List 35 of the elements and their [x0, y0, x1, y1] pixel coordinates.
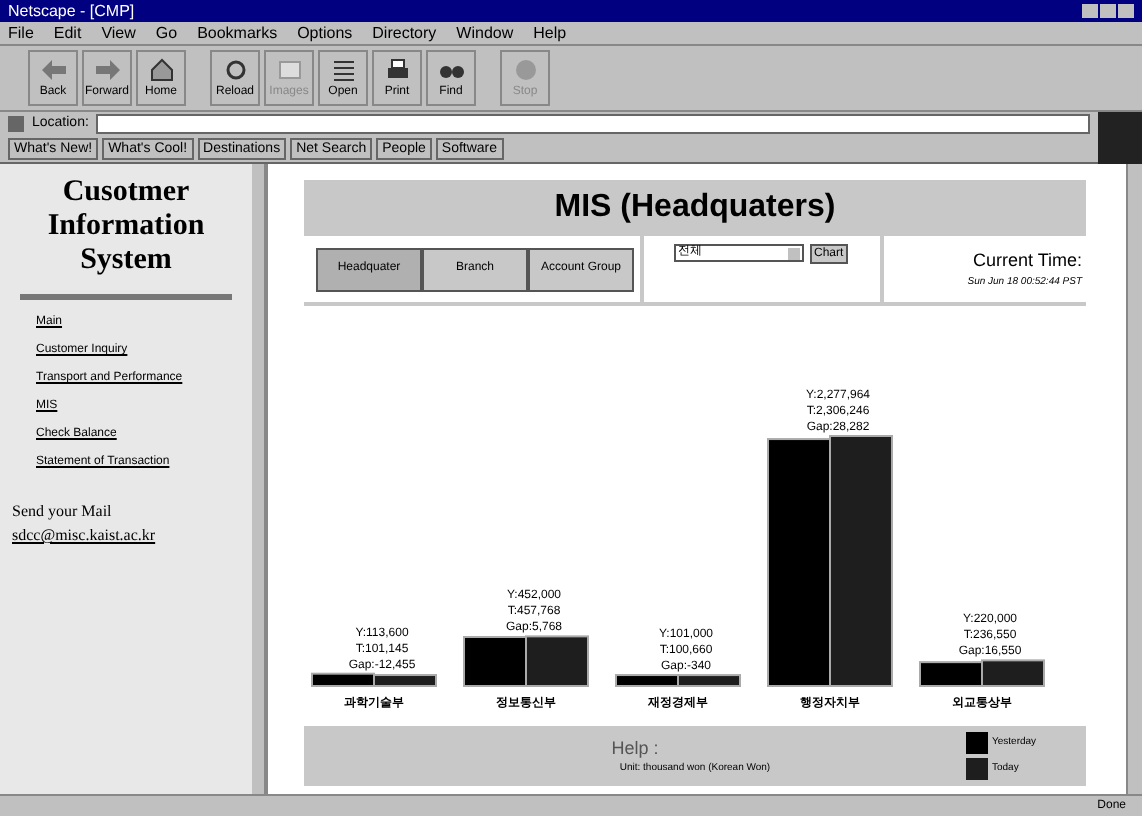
menu-item[interactable]: View: [101, 25, 136, 41]
sidebar-title: Cusotmer Information System: [45, 176, 207, 278]
reload-icon: [221, 58, 249, 82]
scrollbar[interactable]: [252, 164, 264, 794]
bar: [463, 636, 527, 687]
bar: [525, 635, 589, 687]
window-title: Netscape - [CMP]: [8, 3, 135, 19]
menu-item[interactable]: File: [8, 25, 34, 41]
location-field[interactable]: [96, 114, 1090, 134]
menu-item[interactable]: Bookmarks: [197, 25, 278, 41]
menu-item[interactable]: Go: [155, 25, 178, 41]
printer-icon: [383, 58, 411, 82]
menu-item[interactable]: Window: [456, 25, 514, 41]
menu-item[interactable]: Edit: [53, 25, 82, 41]
back-arrow-icon: [39, 58, 67, 82]
bar: [981, 659, 1045, 687]
menu-item[interactable]: Options: [297, 25, 353, 41]
page-title: MIS (Headquaters): [554, 188, 836, 228]
menu-item[interactable]: Help: [533, 25, 567, 41]
image-icon: [275, 58, 303, 82]
bookmark-icon[interactable]: [8, 116, 24, 132]
help-label: Help :: [611, 735, 659, 762]
forward-arrow-icon: [93, 58, 121, 82]
maximize-icon[interactable]: [1100, 4, 1116, 18]
close-icon[interactable]: [1118, 4, 1134, 18]
mail-label: Send your Mail: [12, 500, 114, 524]
bar: [919, 661, 983, 687]
mail-link[interactable]: sdcc@misc.kaist.ac.kr: [12, 524, 240, 548]
stop-icon: [511, 58, 539, 82]
caret-icon: [788, 247, 800, 259]
scrollbar[interactable]: [1126, 164, 1142, 794]
house-icon: [147, 58, 175, 82]
minimize-icon[interactable]: [1082, 4, 1098, 18]
menu-item[interactable]: Directory: [372, 25, 437, 41]
time-label: Current Time:: [972, 248, 1082, 274]
